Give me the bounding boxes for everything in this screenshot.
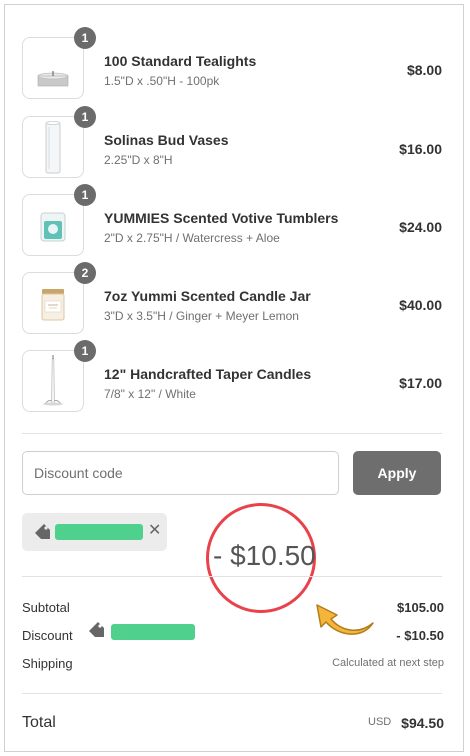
applied-discount-chip: ✕ xyxy=(22,513,167,551)
apply-discount-button[interactable]: Apply xyxy=(353,451,441,495)
item-price: $16.00 xyxy=(399,141,442,157)
votive-tumbler-image xyxy=(40,212,66,242)
item-variant: 3"D x 3.5"H / Ginger + Meyer Lemon xyxy=(104,309,299,323)
line-item: 1 12" Handcrafted Taper Candles 7/8" x 1… xyxy=(22,340,442,414)
highlighted-discount-amount: - $10.50 xyxy=(213,540,316,571)
item-price: $17.00 xyxy=(399,375,442,391)
item-name: 100 Standard Tealights xyxy=(104,53,257,69)
discount-code-input[interactable] xyxy=(22,451,339,495)
total-value: $94.50 xyxy=(401,715,444,731)
line-item: 1 YUMMIES Scented Votive Tumblers 2"D x … xyxy=(22,184,442,258)
product-thumbnail xyxy=(22,350,84,412)
item-price: $24.00 xyxy=(399,219,442,235)
product-thumbnail xyxy=(22,272,84,334)
item-variant: 2.25"D x 8"H xyxy=(104,153,173,167)
quantity-badge: 1 xyxy=(74,184,96,206)
subtotal-label: Subtotal xyxy=(22,600,70,615)
item-price: $8.00 xyxy=(406,62,442,78)
redacted-discount-code xyxy=(111,624,195,640)
item-name: Solinas Bud Vases xyxy=(104,132,229,148)
arrow-icon xyxy=(316,604,374,635)
shipping-value: Calculated at next step xyxy=(332,657,444,669)
line-item: 1 Solinas Bud Vases 2.25"D x 8"H $16.00 xyxy=(22,106,442,180)
item-variant: 7/8" x 12" / White xyxy=(104,387,196,401)
subtotal-value: $105.00 xyxy=(397,600,444,615)
item-name: 7oz Yummi Scented Candle Jar xyxy=(104,288,311,304)
divider xyxy=(22,576,442,577)
taper-candle-image xyxy=(43,355,63,406)
item-name: 12" Handcrafted Taper Candles xyxy=(104,366,312,382)
line-item: 2 7oz Yummi Scented Candle Jar 3"D x 3.5… xyxy=(22,262,442,336)
item-price: $40.00 xyxy=(399,297,442,313)
redacted-discount-code xyxy=(55,524,143,540)
currency-code: USD xyxy=(368,716,392,728)
divider xyxy=(22,433,442,434)
line-item: 1 100 Standard Tealights 1.5"D x .50"H -… xyxy=(22,27,442,101)
shipping-label: Shipping xyxy=(22,656,73,671)
item-name: YUMMIES Scented Votive Tumblers xyxy=(104,210,339,226)
discount-value: - $10.50 xyxy=(396,628,444,643)
tag-icon xyxy=(88,622,106,643)
bud-vase-image xyxy=(45,121,61,174)
close-icon[interactable]: ✕ xyxy=(148,522,161,540)
tag-icon xyxy=(34,524,52,545)
item-variant: 2"D x 2.75"H / Watercress + Aloe xyxy=(104,231,280,245)
product-thumbnail xyxy=(22,194,84,256)
candle-jar-image xyxy=(41,289,65,321)
divider xyxy=(22,693,442,694)
quantity-badge: 2 xyxy=(74,262,96,284)
product-thumbnail xyxy=(22,37,84,99)
quantity-badge: 1 xyxy=(74,340,96,362)
quantity-badge: 1 xyxy=(74,27,96,49)
quantity-badge: 1 xyxy=(74,106,96,128)
item-variant: 1.5"D x .50"H - 100pk xyxy=(104,74,220,88)
tealight-image xyxy=(37,71,69,87)
product-thumbnail xyxy=(22,116,84,178)
total-label: Total xyxy=(22,714,56,731)
discount-label: Discount xyxy=(22,628,73,643)
